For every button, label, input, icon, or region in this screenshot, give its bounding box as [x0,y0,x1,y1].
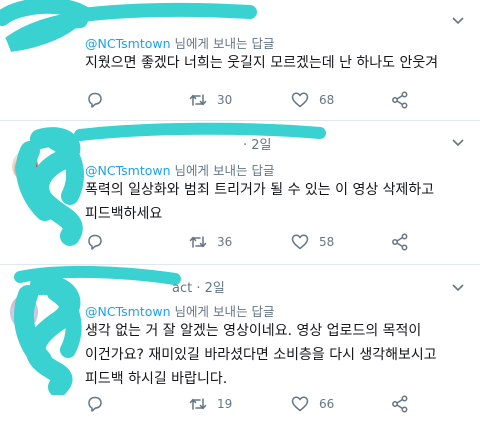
like-count: 68 [319,93,335,107]
mention-link[interactable]: @NCTsmtown [85,36,171,51]
tweet-actions: 30 68 [85,89,415,111]
like-button[interactable]: 58 [290,231,334,253]
tweet[interactable]: @NCTsmtown 님에게 보내는 답글 지웠으면 좋겠다 너희는 웃길지 모… [0,0,480,118]
retweet-button[interactable]: 19 [188,393,232,415]
tweet-timestamp[interactable]: act · 2일 [172,277,225,296]
tweet-timestamp[interactable]: · 2일 [243,134,272,153]
reply-context: @NCTsmtown 님에게 보내는 답글 [85,301,274,320]
retweet-icon [189,398,207,410]
chevron-down-icon[interactable] [450,279,466,295]
reply-icon [88,92,102,108]
reply-button[interactable] [85,89,105,111]
share-icon [392,91,408,109]
like-button[interactable]: 66 [290,393,334,415]
share-icon [392,233,408,251]
reply-button[interactable] [85,231,105,253]
share-button[interactable] [390,89,410,111]
tweet-actions: 19 66 [85,393,415,415]
reply-suffix: 님에게 보내는 답글 [170,304,275,319]
heart-icon [291,396,309,412]
mention-link[interactable]: @NCTsmtown [85,304,171,319]
tweet-text: 폭력의 일상화와 범죄 트리거가 될 수 있는 이 영상 삭제하고 피드백하세요 [85,178,434,226]
tweet-text-line: 지웠으면 좋겠다 너희는 웃길지 모르겠는데 난 하나도 안웃겨 [85,55,439,71]
tweet[interactable]: · 2일 @NCTsmtown 님에게 보내는 답글 폭력의 일상화와 범죄 트… [0,121,480,263]
like-button[interactable]: 68 [290,89,334,111]
reply-suffix: 님에게 보내는 답글 [170,163,275,178]
tweet-text: 생각 없는 거 잘 알겠는 영상이네요. 영상 업로드의 목적이 이건가요? 재… [85,319,437,391]
tweet-text-line: 피드백하세요 [85,206,163,222]
tweet-text: 지웠으면 좋겠다 너희는 웃길지 모르겠는데 난 하나도 안웃겨 [85,51,438,75]
retweet-count: 19 [217,397,233,411]
reply-icon [88,396,102,412]
retweet-count: 36 [217,235,233,249]
reply-suffix: 님에게 보내는 답글 [170,36,275,51]
tweet-feed: @NCTsmtown 님에게 보내는 답글 지웠으면 좋겠다 너희는 웃길지 모… [0,0,480,432]
tweet-text-line: 이건가요? 재미있길 바라셨다면 소비층을 다시 생각해보시고 [85,347,437,363]
share-button[interactable] [390,393,410,415]
tweet-text-line: 생각 없는 거 잘 알겠는 영상이네요. 영상 업로드의 목적이 [85,323,422,339]
tweet-text-line: 폭력의 일상화와 범죄 트리거가 될 수 있는 이 영상 삭제하고 [85,182,435,198]
chevron-down-icon[interactable] [450,134,466,150]
share-button[interactable] [390,231,410,253]
mention-link[interactable]: @NCTsmtown [85,163,171,178]
retweet-icon [189,94,207,106]
share-icon [392,395,408,413]
reply-context: @NCTsmtown 님에게 보내는 답글 [85,33,274,52]
retweet-icon [189,236,207,248]
tweet-actions: 36 58 [85,231,415,253]
heart-icon [291,92,309,108]
reply-context: @NCTsmtown 님에게 보내는 답글 [85,160,274,179]
tweet-text-line: 피드백 하시길 바랍니다. [85,371,228,387]
retweet-count: 30 [217,93,233,107]
heart-icon [291,234,309,250]
reply-button[interactable] [85,393,105,415]
like-count: 66 [319,397,335,411]
like-count: 58 [319,235,335,249]
retweet-button[interactable]: 30 [188,89,232,111]
reply-icon [88,234,102,250]
chevron-down-icon[interactable] [450,12,466,28]
tweet[interactable]: act · 2일 @NCTsmtown 님에게 보내는 답글 생각 없는 거 잘… [0,265,480,432]
retweet-button[interactable]: 36 [188,231,232,253]
